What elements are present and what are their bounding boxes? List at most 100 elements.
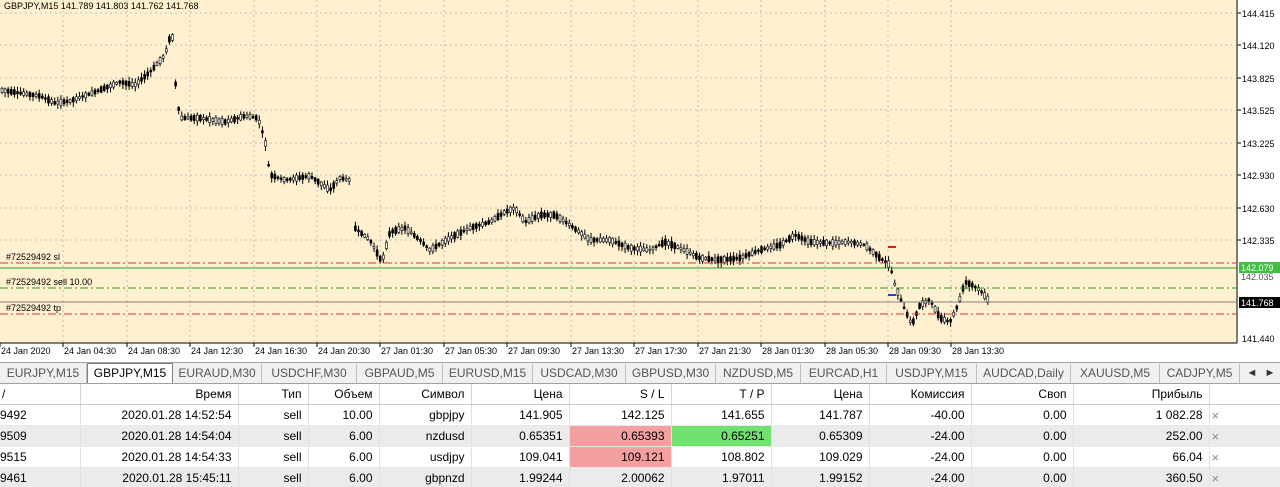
tab-usdchf-m30[interactable]: USDCHF,M30	[262, 364, 357, 383]
table-row[interactable]: 9492 2020.01.28 14:52:54 sell 10.00 gbpjpy 14…	[0, 404, 1280, 426]
candle-body	[487, 220, 491, 225]
candle-body	[400, 226, 404, 231]
candle-body	[90, 90, 94, 96]
close-position-icon[interactable]: ×	[1209, 467, 1280, 487]
candle-body	[859, 242, 863, 246]
candle-body	[856, 241, 859, 246]
candle-body	[812, 239, 816, 246]
candle-body	[775, 243, 779, 249]
candle-body	[366, 236, 370, 240]
candle-body	[270, 172, 274, 179]
chart-canvas[interactable]: 144.415 144.120 143.825 143.525 143.225 142.9…	[0, 0, 1280, 362]
candle-body	[341, 176, 345, 181]
candle-body	[719, 256, 723, 264]
table-row[interactable]: 9515 2020.01.28 14:54:33 sell 6.00 usdjpy 109…	[0, 446, 1280, 468]
candle-body	[329, 187, 332, 192]
col-swap-header[interactable]: Своп	[971, 384, 1074, 405]
close-position-icon[interactable]: ×	[1209, 425, 1280, 447]
cell-ticket: 9461	[0, 467, 81, 487]
tab-euraud-m30[interactable]: EURAUD,M30	[173, 364, 262, 383]
candle-body	[47, 96, 50, 104]
cell-time: 2020.01.28 14:54:33	[80, 446, 239, 468]
cell-type: sell	[238, 425, 309, 447]
tab-audcad-daily[interactable]: AUDCAD,Daily	[977, 364, 1071, 383]
col-price-header[interactable]: Цена	[471, 384, 570, 405]
candle-body	[555, 213, 559, 220]
cell-price: 141.905	[471, 404, 570, 426]
candle-body	[930, 302, 934, 305]
candle-body	[738, 254, 742, 262]
cell-commission: -24.00	[869, 425, 972, 447]
candle-body	[295, 174, 298, 182]
tab-gbpusd-m30[interactable]: GBPUSD,M30	[626, 364, 716, 383]
order-tp-label: #72529492 tp	[6, 303, 61, 313]
time-label: 24 Jan 08:30	[128, 346, 180, 356]
candle-body	[828, 241, 832, 245]
candle-body	[912, 318, 915, 325]
tab-usdcad-m30[interactable]: USDCAD,M30	[533, 364, 626, 383]
candle-body	[881, 258, 884, 261]
candle-body	[571, 225, 574, 229]
tab-eurcad-h1[interactable]: EURCAD,H1	[801, 364, 887, 383]
col-commission-header[interactable]: Комиссия	[869, 384, 972, 405]
time-label: 28 Jan 09:30	[889, 346, 941, 356]
candle-body	[623, 242, 627, 250]
candle-body	[285, 178, 289, 181]
candle-body	[87, 92, 91, 96]
candle-body	[109, 83, 112, 88]
close-position-icon[interactable]: ×	[1209, 404, 1280, 426]
tab-nzdusd-m5[interactable]: NZDUSD,M5	[716, 364, 801, 383]
tab-gbpjpy-m15[interactable]: GBPJPY,M15	[87, 363, 173, 383]
table-row[interactable]: 9509 2020.01.28 14:54:04 sell 6.00 nzdusd 0.6…	[0, 425, 1280, 447]
time-label: 24 Jan 2020	[1, 346, 51, 356]
candle-body	[983, 292, 987, 299]
candle-body	[301, 174, 305, 180]
candle-body	[580, 231, 584, 237]
candle-body	[165, 48, 168, 53]
candle-body	[267, 164, 270, 167]
candle-body	[459, 229, 463, 236]
tab-eurusd-m15[interactable]: EURUSD,M15	[443, 364, 533, 383]
candle-body	[149, 69, 153, 73]
col-type-header[interactable]: Тип	[238, 384, 309, 405]
col-sl-header[interactable]: S / L	[569, 384, 672, 405]
candle-body	[577, 229, 580, 234]
tab-eurjpy-m15[interactable]: EURJPY,M15	[0, 364, 87, 383]
col-profit-header[interactable]: Прибыль	[1073, 384, 1210, 405]
table-body: 9492 2020.01.28 14:52:54 sell 10.00 gbpjpy 14…	[0, 404, 1280, 487]
col-time-header[interactable]: Время	[80, 384, 239, 405]
tab-gbpaud-m5[interactable]: GBPAUD,M5	[357, 364, 443, 383]
price-chart[interactable]: 144.415 144.120 143.825 143.525 143.225 142.9…	[0, 0, 1280, 362]
candle-body	[791, 233, 794, 240]
candle-body	[406, 227, 410, 234]
cell-ticket: 9515	[0, 446, 81, 468]
tab-scroll-right-icon[interactable]: ►	[1262, 364, 1278, 383]
col-tp-header[interactable]: T / P	[671, 384, 772, 405]
candle-body	[261, 130, 264, 134]
candle-body	[800, 235, 804, 241]
candle-body	[524, 220, 528, 223]
candle-body	[639, 245, 642, 253]
candle-body	[679, 246, 683, 250]
chart-plot-area[interactable]	[0, 0, 1237, 343]
col-order-header[interactable]: /	[0, 384, 81, 405]
col-symbol-header[interactable]: Символ	[379, 384, 472, 405]
candle-body	[499, 212, 503, 217]
candle-body	[16, 91, 19, 95]
candle-body	[831, 239, 835, 247]
candle-body	[233, 115, 236, 123]
close-position-icon[interactable]: ×	[1209, 446, 1280, 468]
col-current-price-header[interactable]: Цена	[771, 384, 870, 405]
candle-body	[403, 225, 407, 231]
candle-body	[84, 92, 87, 99]
tab-scroll-left-icon[interactable]: ◄	[1244, 364, 1260, 383]
tab-cadjpy-m5[interactable]: CADJPY,M5	[1160, 364, 1240, 383]
tab-usdjpy-m15[interactable]: USDJPY,M15	[887, 364, 977, 383]
col-volume-header[interactable]: Объем	[308, 384, 380, 405]
candle-body	[59, 98, 63, 106]
table-row[interactable]: 9461 2020.01.28 15:45:11 sell 6.00 gbpnzd 1.9…	[0, 467, 1280, 487]
time-label: 27 Jan 09:30	[508, 346, 560, 356]
candle-body	[710, 257, 714, 261]
tab-xauusd-m5[interactable]: XAUUSD,M5	[1071, 364, 1160, 383]
cell-ticket: 9509	[0, 425, 81, 447]
